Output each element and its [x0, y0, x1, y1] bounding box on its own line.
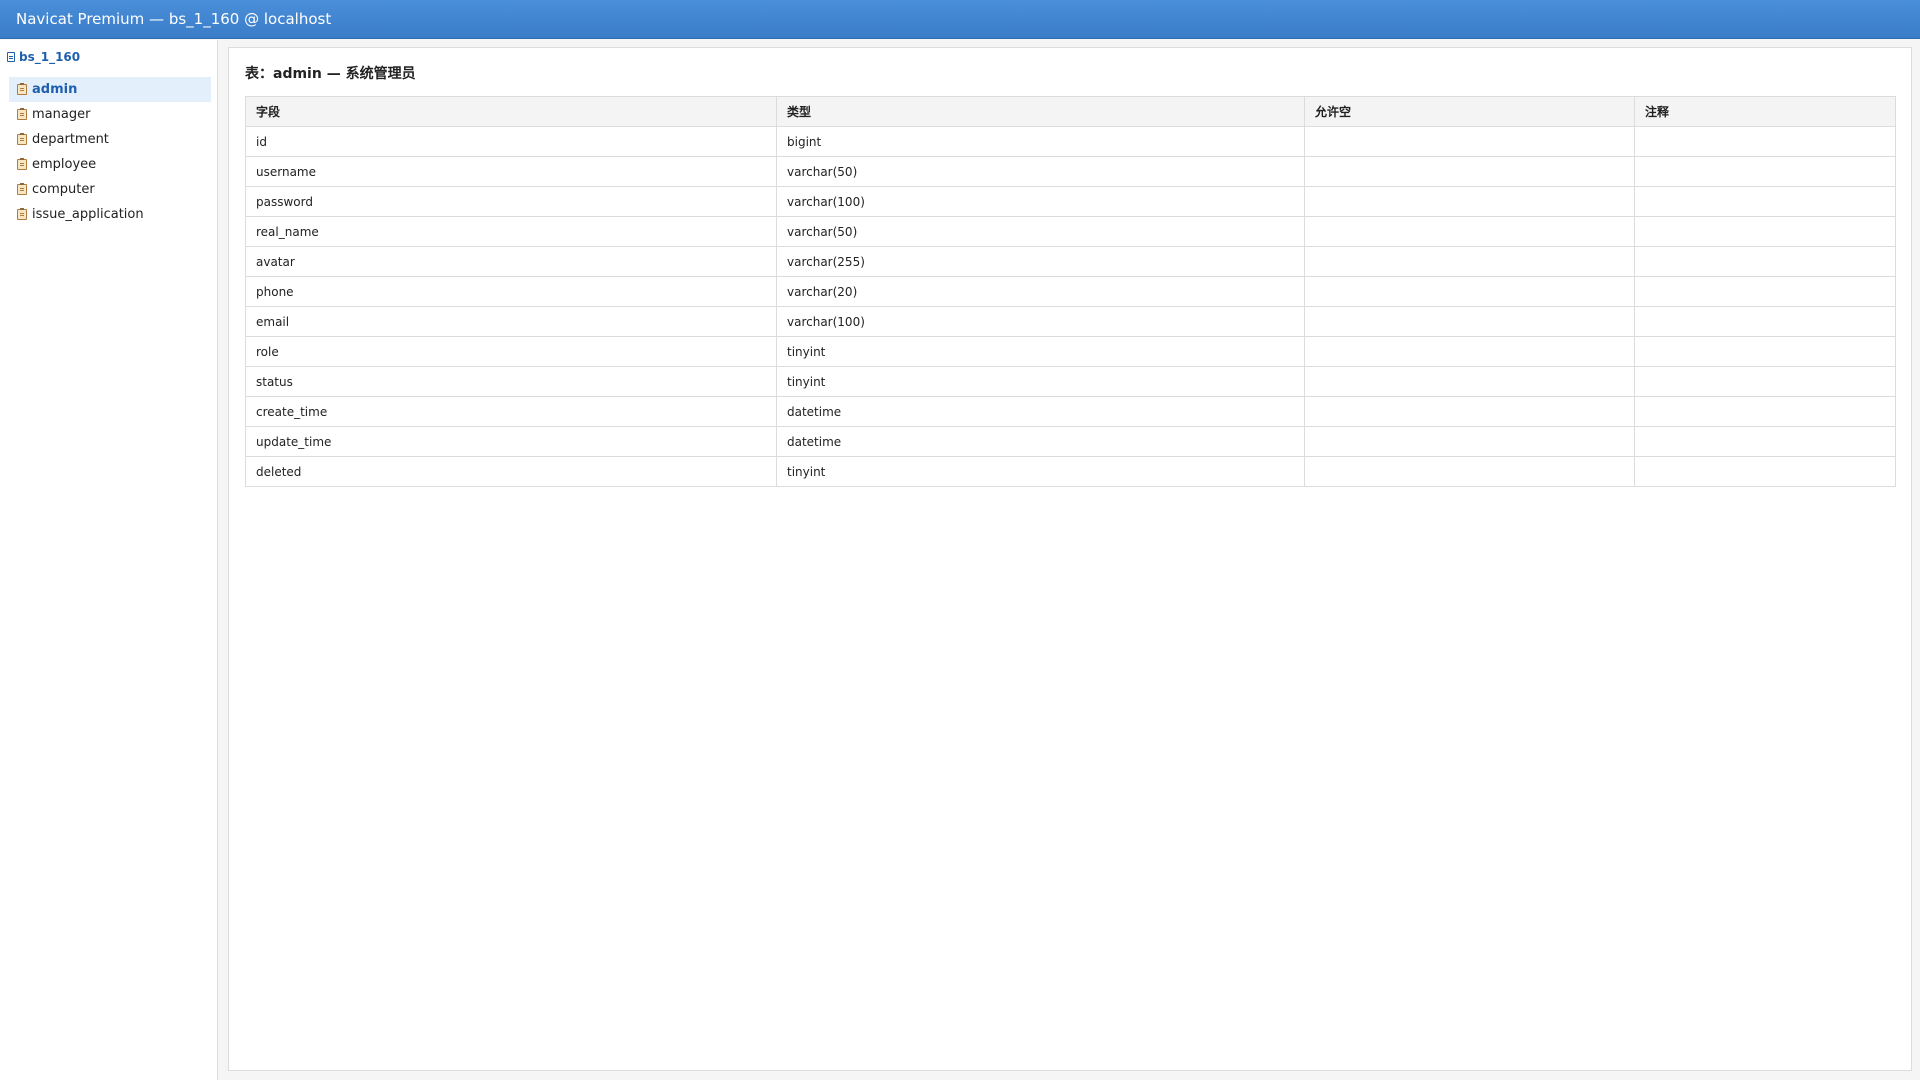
field-comment-cell: [1634, 276, 1896, 307]
field-nullable-cell: [1304, 276, 1635, 307]
sidebar-item-label: manager: [32, 107, 91, 122]
field-type-cell: varchar(20): [776, 276, 1305, 307]
sidebar: bs_1_160 admin manager department employ…: [0, 40, 218, 1080]
database-icon: [7, 52, 15, 62]
sidebar-item-label: computer: [32, 182, 95, 197]
field-type-cell: varchar(100): [776, 186, 1305, 217]
field-nullable-cell: [1304, 396, 1635, 427]
table-row[interactable]: update_time datetime: [245, 426, 1896, 457]
sidebar-item-label: department: [32, 132, 109, 147]
field-type-cell: tinyint: [776, 336, 1305, 367]
field-nullable-cell: [1304, 126, 1635, 157]
field-nullable-cell: [1304, 156, 1635, 187]
field-nullable-cell: [1304, 216, 1635, 247]
table-row[interactable]: create_time datetime: [245, 396, 1896, 427]
field-name-cell: username: [245, 156, 777, 187]
field-name-cell: id: [245, 126, 777, 157]
field-type-cell: varchar(255): [776, 246, 1305, 277]
field-comment-cell: [1634, 426, 1896, 457]
field-name-cell: deleted: [245, 456, 777, 487]
column-header-nullable[interactable]: 允许空: [1304, 96, 1635, 127]
field-comment-cell: [1634, 456, 1896, 487]
table-row[interactable]: phone varchar(20): [245, 276, 1896, 307]
sidebar-item-label: admin: [32, 82, 78, 97]
field-nullable-cell: [1304, 336, 1635, 367]
table-icon: [17, 108, 27, 120]
field-name-cell: real_name: [245, 216, 777, 247]
table-row[interactable]: password varchar(100): [245, 186, 1896, 217]
field-name-cell: update_time: [245, 426, 777, 457]
table-row[interactable]: real_name varchar(50): [245, 216, 1896, 247]
table-row[interactable]: status tinyint: [245, 366, 1896, 397]
fields-table: 字段 类型 允许空 注释 id bigint username varchar(…: [245, 96, 1896, 487]
field-name-cell: status: [245, 366, 777, 397]
table-row[interactable]: username varchar(50): [245, 156, 1896, 187]
table-icon: [17, 158, 27, 170]
window-title: Navicat Premium — bs_1_160 @ localhost: [16, 10, 332, 28]
field-nullable-cell: [1304, 456, 1635, 487]
table-structure-panel: 表：admin — 系统管理员 字段 类型 允许空 注释 id bigint u…: [228, 47, 1912, 1071]
column-header-field[interactable]: 字段: [245, 96, 777, 127]
page-title: 表：admin — 系统管理员: [245, 66, 416, 82]
field-type-cell: tinyint: [776, 366, 1305, 397]
field-name-cell: create_time: [245, 396, 777, 427]
table-icon: [17, 83, 27, 95]
field-comment-cell: [1634, 336, 1896, 367]
table-row[interactable]: role tinyint: [245, 336, 1896, 367]
sidebar-item-manager[interactable]: manager: [9, 102, 211, 127]
window-title-bar: Navicat Premium — bs_1_160 @ localhost: [0, 0, 1920, 39]
table-row[interactable]: email varchar(100): [245, 306, 1896, 337]
field-nullable-cell: [1304, 426, 1635, 457]
table-icon: [17, 208, 27, 220]
database-node[interactable]: bs_1_160: [7, 48, 80, 66]
table-list: admin manager department employee comput…: [9, 77, 211, 227]
sidebar-item-label: issue_application: [32, 207, 144, 222]
field-name-cell: email: [245, 306, 777, 337]
field-type-cell: datetime: [776, 426, 1305, 457]
table-icon: [17, 183, 27, 195]
field-comment-cell: [1634, 126, 1896, 157]
field-nullable-cell: [1304, 306, 1635, 337]
field-name-cell: password: [245, 186, 777, 217]
field-type-cell: tinyint: [776, 456, 1305, 487]
field-nullable-cell: [1304, 366, 1635, 397]
field-type-cell: bigint: [776, 126, 1305, 157]
field-nullable-cell: [1304, 246, 1635, 277]
field-name-cell: role: [245, 336, 777, 367]
field-type-cell: varchar(50): [776, 156, 1305, 187]
column-header-type[interactable]: 类型: [776, 96, 1305, 127]
field-nullable-cell: [1304, 186, 1635, 217]
field-type-cell: varchar(100): [776, 306, 1305, 337]
table-icon: [17, 133, 27, 145]
field-comment-cell: [1634, 216, 1896, 247]
field-comment-cell: [1634, 246, 1896, 277]
field-type-cell: datetime: [776, 396, 1305, 427]
field-type-cell: varchar(50): [776, 216, 1305, 247]
sidebar-item-computer[interactable]: computer: [9, 177, 211, 202]
field-comment-cell: [1634, 396, 1896, 427]
sidebar-item-department[interactable]: department: [9, 127, 211, 152]
sidebar-item-admin[interactable]: admin: [9, 77, 211, 102]
field-name-cell: phone: [245, 276, 777, 307]
field-name-cell: avatar: [245, 246, 777, 277]
table-row[interactable]: avatar varchar(255): [245, 246, 1896, 277]
sidebar-item-issue-application[interactable]: issue_application: [9, 202, 211, 227]
field-comment-cell: [1634, 186, 1896, 217]
field-comment-cell: [1634, 156, 1896, 187]
sidebar-item-employee[interactable]: employee: [9, 152, 211, 177]
sidebar-item-label: employee: [32, 157, 97, 172]
table-row[interactable]: id bigint: [245, 126, 1896, 157]
table-row[interactable]: deleted tinyint: [245, 456, 1896, 487]
table-header-row: 字段 类型 允许空 注释: [245, 96, 1896, 127]
database-name: bs_1_160: [19, 50, 81, 64]
field-comment-cell: [1634, 366, 1896, 397]
column-header-comment[interactable]: 注释: [1634, 96, 1896, 127]
field-comment-cell: [1634, 306, 1896, 337]
